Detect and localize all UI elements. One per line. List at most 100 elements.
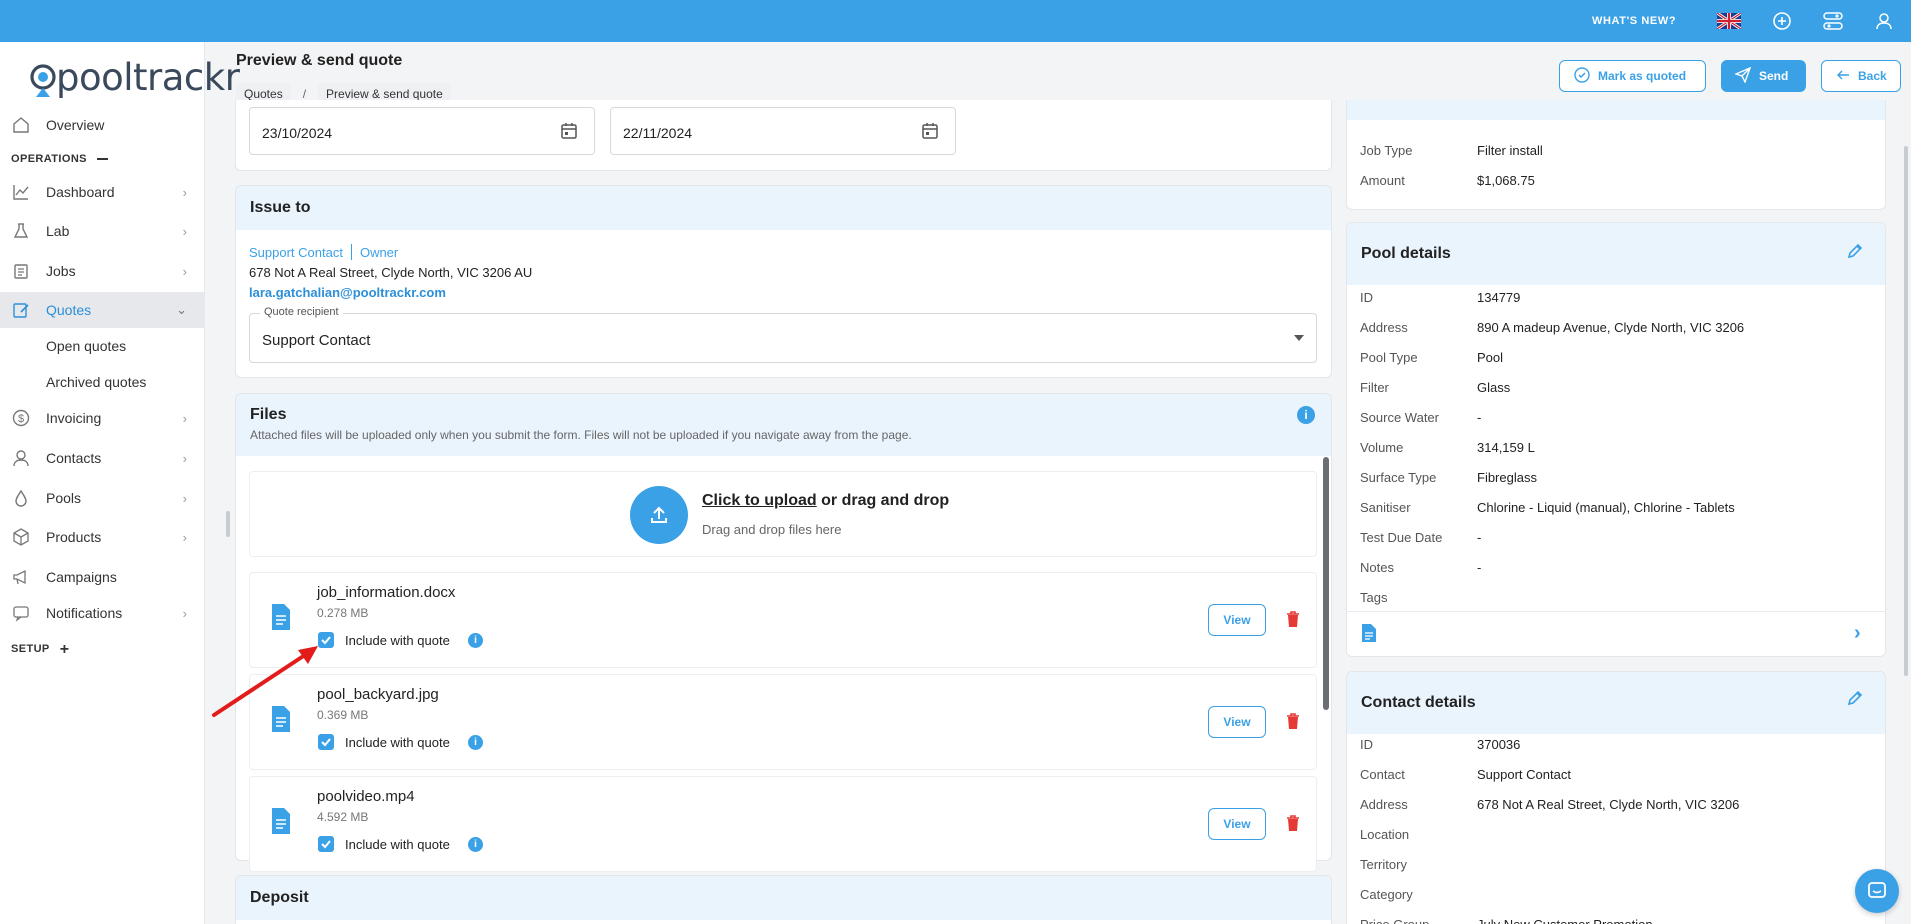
collapse-minus-icon[interactable]: [96, 158, 108, 160]
detail-key: Address: [1360, 320, 1408, 335]
sidebar-item-label: Lab: [46, 223, 70, 239]
detail-key: Test Due Date: [1360, 530, 1443, 545]
language-flag-icon[interactable]: [1716, 11, 1742, 32]
detail-key: Surface Type: [1360, 470, 1437, 485]
expiry-date-value: 22/11/2024: [623, 125, 693, 141]
back-button[interactable]: Back: [1821, 60, 1901, 92]
chart-icon: [11, 182, 31, 202]
detail-value: 134779: [1477, 290, 1521, 305]
info-icon[interactable]: i: [1297, 406, 1315, 424]
whats-new-link[interactable]: WHAT'S NEW?: [1592, 15, 1676, 27]
send-label: Send: [1759, 69, 1789, 83]
svg-text:$: $: [18, 413, 24, 425]
app-logo[interactable]: pooltrackr: [28, 54, 240, 100]
info-icon[interactable]: i: [468, 735, 483, 750]
trash-delete-icon[interactable]: [1286, 610, 1300, 631]
send-button[interactable]: Send: [1721, 60, 1806, 92]
sidebar-item-lab[interactable]: Lab ›: [0, 213, 205, 249]
files-scrollbar[interactable]: [1323, 457, 1329, 710]
include-with-quote-checkbox[interactable]: [318, 632, 334, 648]
detail-key: Category: [1360, 887, 1413, 902]
click-to-upload-link[interactable]: Click to upload: [702, 492, 817, 509]
view-file-button[interactable]: View: [1208, 706, 1266, 738]
info-icon[interactable]: i: [468, 633, 483, 648]
page-scrollbar[interactable]: [1904, 146, 1908, 676]
sidebar-item-overview[interactable]: Overview: [0, 107, 205, 143]
sidebar-item-invoicing[interactable]: $ Invoicing ›: [0, 400, 205, 436]
sidebar-item-pools[interactable]: Pools ›: [0, 480, 205, 516]
sidebar-item-quotes[interactable]: Quotes ⌄: [0, 292, 205, 328]
sidebar-item-jobs[interactable]: Jobs ›: [0, 253, 205, 289]
expand-plus-icon[interactable]: +: [60, 641, 70, 657]
calendar-icon[interactable]: [560, 122, 578, 143]
detail-value: -: [1477, 410, 1482, 425]
pool-details-title: Pool details: [1361, 245, 1451, 262]
setup-section[interactable]: SETUP +: [11, 641, 70, 657]
sidebar-item-contacts[interactable]: Contacts ›: [0, 440, 205, 476]
pencil-edit-icon[interactable]: [1846, 242, 1864, 263]
user-profile-icon[interactable]: [1873, 10, 1895, 32]
mark-as-quoted-button[interactable]: Mark as quoted: [1559, 60, 1706, 92]
quote-edit-icon: [11, 300, 31, 320]
view-file-button[interactable]: View: [1208, 604, 1266, 636]
calendar-icon[interactable]: [921, 122, 939, 143]
file-upload-dropzone[interactable]: Click to upload or drag and drop Drag an…: [249, 471, 1317, 557]
operations-section[interactable]: OPERATIONS: [11, 153, 108, 165]
quote-recipient-value: Support Contact: [262, 332, 371, 349]
files-description: Attached files will be uploaded only whe…: [250, 428, 912, 442]
chevron-down-icon: ⌄: [176, 302, 187, 317]
detail-key: Contact: [1360, 767, 1405, 782]
expiry-date-field[interactable]: 22/11/2024: [610, 107, 956, 155]
contact-links: Support Contact Owner: [249, 244, 398, 260]
file-list-item: pool_backyard.jpg 0.369 MB Include with …: [249, 674, 1317, 770]
job-summary-card: [1346, 100, 1886, 210]
sidebar-item-dashboard[interactable]: Dashboard ›: [0, 174, 205, 210]
arrow-left-icon: [1836, 68, 1850, 85]
file-name: pool_backyard.jpg: [317, 686, 439, 703]
document-icon[interactable]: [1360, 623, 1378, 646]
chevron-right-icon: ›: [182, 184, 187, 200]
view-file-button[interactable]: View: [1208, 808, 1266, 840]
upload-icon[interactable]: [630, 486, 688, 544]
contact-link[interactable]: Support Contact: [249, 245, 343, 260]
issue-date-value: 23/10/2024: [262, 125, 333, 141]
contact-email-link[interactable]: lara.gatchalian@pooltrackr.com: [249, 285, 446, 300]
include-with-quote-checkbox[interactable]: [318, 836, 334, 852]
files-header: Files Attached files will be uploaded on…: [236, 394, 1331, 456]
upload-subtext: Drag and drop files here: [702, 522, 842, 537]
settings-toggle-icon[interactable]: [1822, 10, 1844, 32]
chevron-right-icon: ›: [182, 529, 187, 545]
trash-delete-icon[interactable]: [1286, 814, 1300, 835]
send-paper-plane-icon: [1734, 66, 1752, 86]
operations-label: OPERATIONS: [11, 153, 87, 165]
pencil-edit-icon[interactable]: [1846, 689, 1864, 710]
sidebar-subitem-open-quotes[interactable]: Open quotes: [46, 338, 126, 354]
sidebar-resize-handle[interactable]: [226, 511, 230, 537]
info-icon[interactable]: i: [468, 837, 483, 852]
quote-recipient-label: Quote recipient: [260, 306, 343, 318]
include-with-quote-checkbox[interactable]: [318, 734, 334, 750]
document-icon: [270, 603, 292, 634]
chevron-right-icon[interactable]: ›: [1854, 622, 1861, 645]
sidebar-item-campaigns[interactable]: Campaigns: [0, 559, 205, 595]
file-size: 4.592 MB: [317, 810, 369, 824]
upload-text-rest: or drag and drop: [816, 492, 950, 509]
file-size: 0.369 MB: [317, 708, 369, 722]
trash-delete-icon[interactable]: [1286, 712, 1300, 733]
detail-value: 370036: [1477, 737, 1521, 752]
contact-details-title: Contact details: [1361, 694, 1476, 711]
quote-recipient-select[interactable]: Quote recipient Support Contact: [249, 306, 1317, 363]
sidebar-subitem-archived-quotes[interactable]: Archived quotes: [46, 374, 146, 390]
add-circle-icon[interactable]: [1771, 10, 1793, 32]
detail-key: ID: [1360, 737, 1373, 752]
detail-key: ID: [1360, 290, 1373, 305]
owner-link[interactable]: Owner: [360, 245, 398, 260]
mark-as-quoted-label: Mark as quoted: [1598, 69, 1687, 83]
support-chat-button[interactable]: [1855, 869, 1899, 913]
upload-text: Click to upload or drag and drop: [702, 492, 949, 510]
detail-key: Filter: [1360, 380, 1389, 395]
issue-date-field[interactable]: 23/10/2024: [249, 107, 595, 155]
sidebar-item-products[interactable]: Products ›: [0, 519, 205, 555]
sidebar-item-notifications[interactable]: Notifications ›: [0, 595, 205, 631]
chevron-right-icon: ›: [182, 605, 187, 621]
